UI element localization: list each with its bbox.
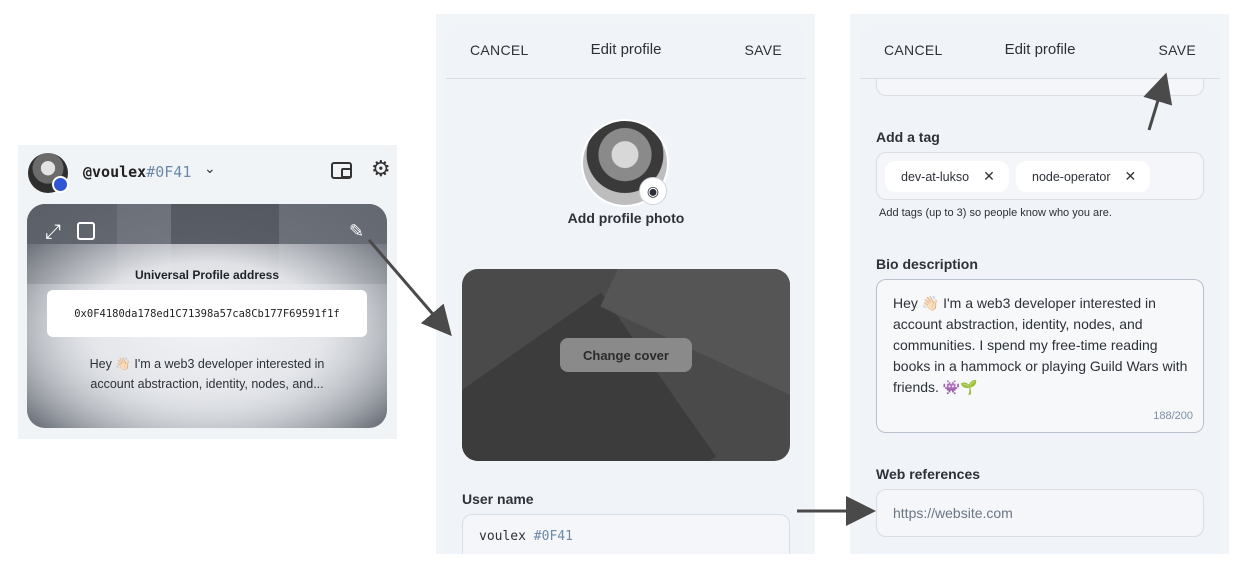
arrow-to-save <box>1143 72 1173 131</box>
change-cover-button[interactable]: Change cover <box>560 338 692 372</box>
arrow-to-edit-panel <box>367 239 452 337</box>
annotation-arrows <box>367 72 1173 526</box>
